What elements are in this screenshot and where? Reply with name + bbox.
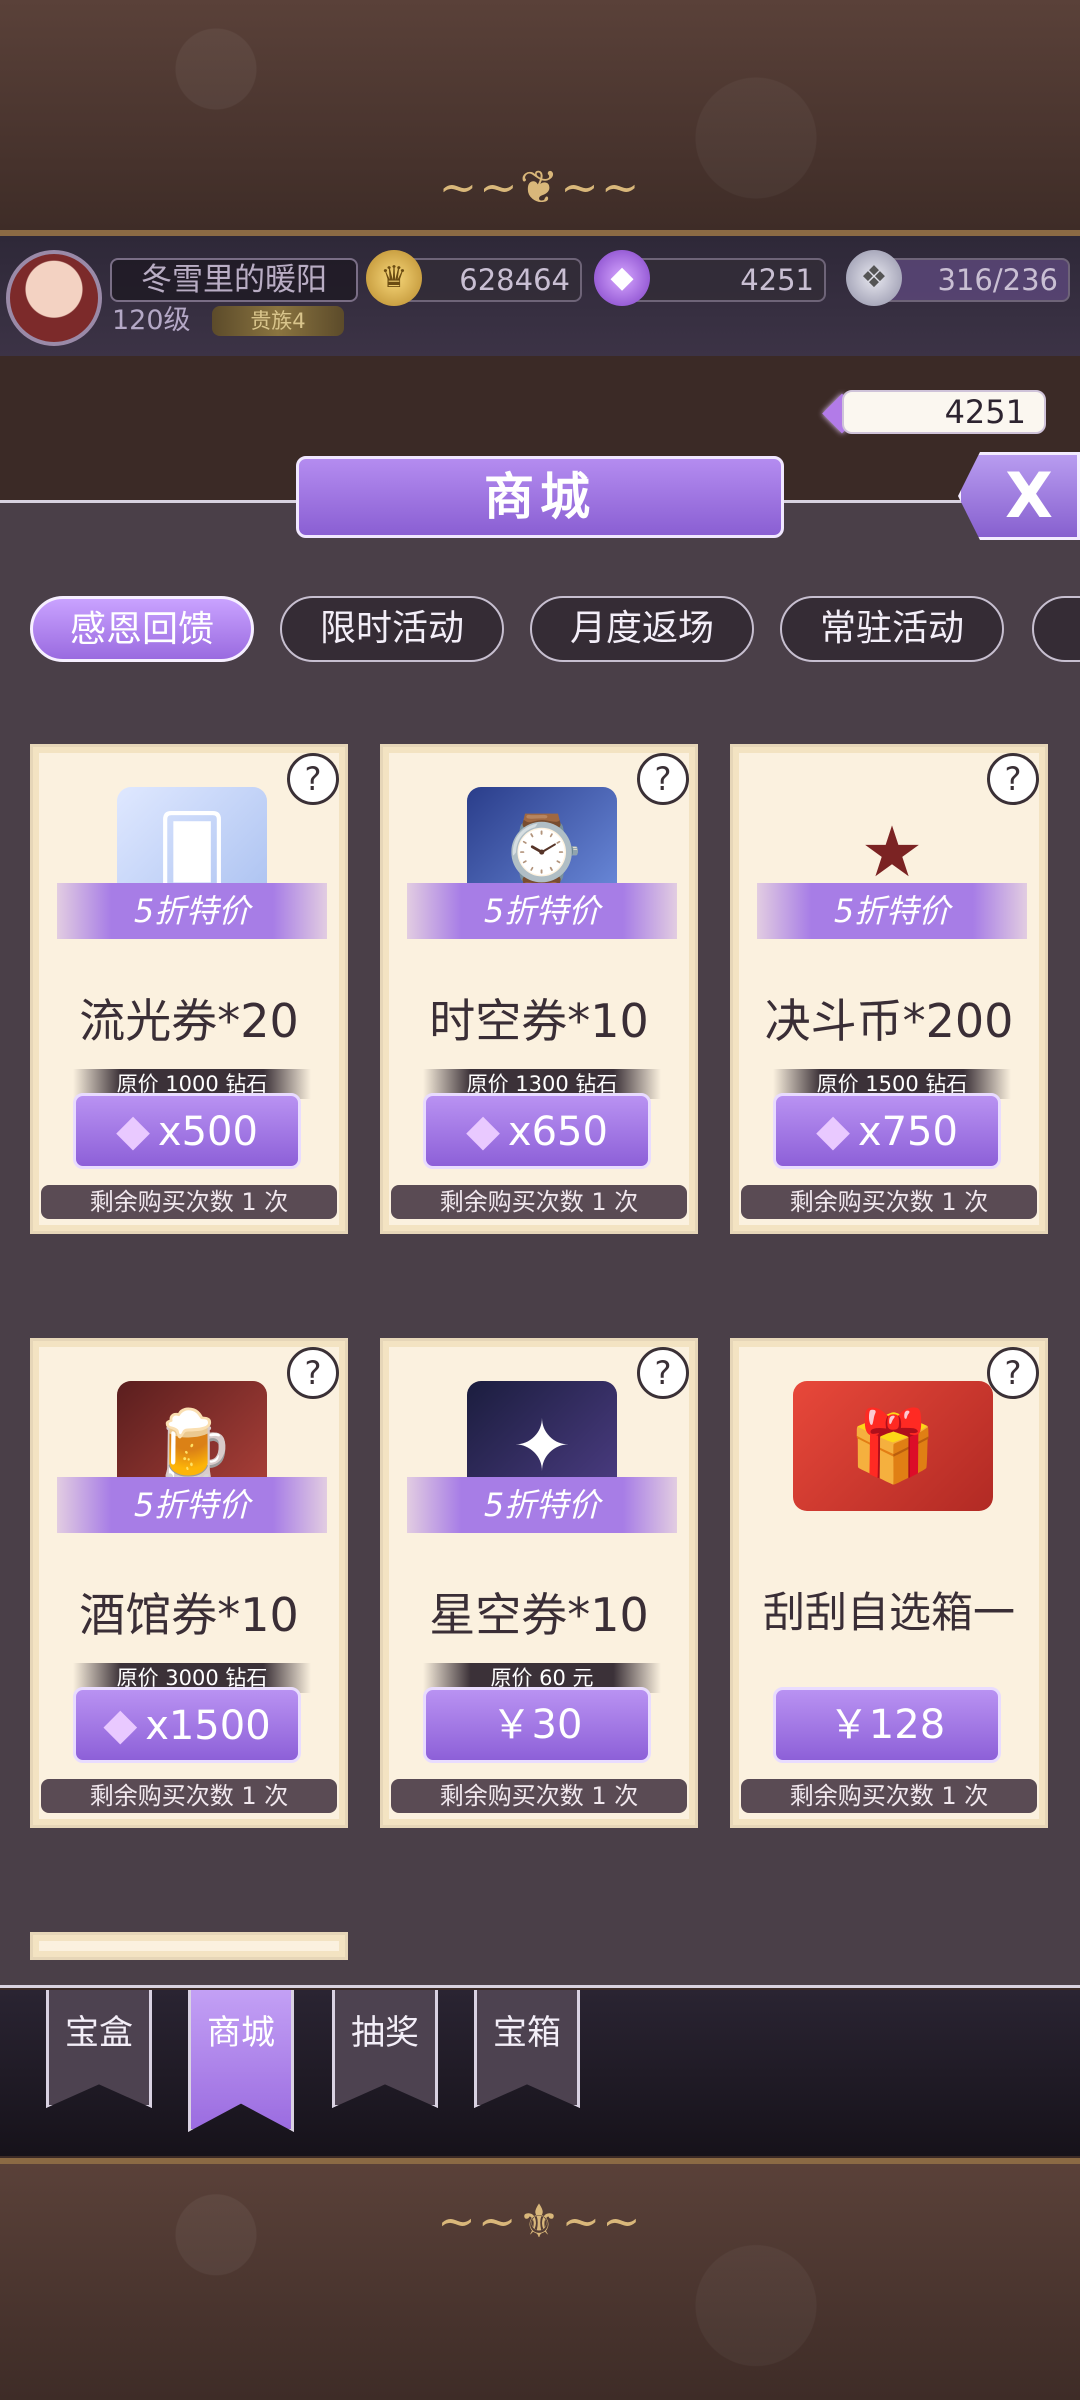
help-icon[interactable]: ? [987, 1347, 1039, 1399]
remaining-purchases: 剩余购买次数 1 次 [41, 1779, 337, 1813]
help-icon[interactable]: ? [637, 753, 689, 805]
tab-limited-event[interactable]: 限时活动 [280, 596, 504, 662]
shop-item-card[interactable]: ★ ? 5折特价 决斗币*200 原价 1500 钻石 ◆ x750 剩余购买次数… [730, 744, 1048, 1234]
bottom-decor-band: ~~⚜~~ [0, 2158, 1080, 2400]
top-decor-band: ~~❦~~ [0, 0, 1080, 236]
buy-button[interactable]: ◆ x750 [773, 1093, 1001, 1169]
gold-counter: 628464 [396, 258, 582, 302]
help-icon[interactable]: ? [287, 753, 339, 805]
tab-monthly-return[interactable]: 月度返场 [530, 596, 754, 662]
discount-banner: 5折特价 [57, 883, 327, 939]
gem-icon: ◆ [116, 1105, 150, 1156]
remaining-purchases: 剩余购买次数 1 次 [741, 1779, 1037, 1813]
item-name: 流光券*20 [79, 994, 299, 1048]
stamina-counter: 316/236 [876, 258, 1070, 302]
discount-banner: 5折特价 [57, 1477, 327, 1533]
buy-button[interactable]: ￥128 [773, 1687, 1001, 1763]
price-label: x1500 [145, 1703, 271, 1749]
gem-icon: ◆ [816, 1105, 850, 1156]
buy-button[interactable]: ￥30 [423, 1687, 651, 1763]
shop-item-card[interactable]: 🂠 ? 5折特价 流光券*20 原价 1000 钻石 ◆ x500 剩余购买次数 … [30, 744, 348, 1234]
item-name: 星空券*10 [429, 1588, 649, 1642]
price-label: x500 [157, 1109, 258, 1155]
discount-banner: 5折特价 [407, 1477, 677, 1533]
close-button[interactable]: X [958, 452, 1080, 540]
stamina-icon[interactable]: ❖ [846, 250, 902, 306]
gem-icon: ◆ [466, 1105, 500, 1156]
tab-permanent-event[interactable]: 常驻活动 [780, 596, 1004, 662]
buy-button[interactable]: ◆ x500 [73, 1093, 301, 1169]
help-icon[interactable]: ? [987, 753, 1039, 805]
discount-banner: 5折特价 [757, 883, 1027, 939]
player-avatar[interactable] [6, 250, 102, 346]
price-label: x750 [857, 1109, 958, 1155]
gift-box-icon: 🎁 [793, 1381, 993, 1511]
remaining-purchases: 剩余购买次数 1 次 [391, 1185, 687, 1219]
price-label: ￥30 [491, 1702, 583, 1748]
item-name: 刮刮自选箱一 [762, 1588, 1015, 1637]
price-label: x650 [507, 1109, 608, 1155]
help-icon[interactable]: ? [637, 1347, 689, 1399]
player-level: 120级 [112, 305, 191, 336]
shop-item-card[interactable]: ⌚ ? 5折特价 时空券*10 原价 1300 钻石 ◆ x650 剩余购买次数 … [380, 744, 698, 1234]
gem-add-icon[interactable]: ◆ [594, 250, 650, 306]
remaining-purchases: 剩余购买次数 1 次 [41, 1185, 337, 1219]
top-flourish-icon: ~~❦~~ [438, 160, 642, 214]
remaining-purchases: 剩余购买次数 1 次 [391, 1779, 687, 1813]
price-label: ￥128 [828, 1702, 946, 1748]
help-icon[interactable]: ? [287, 1347, 339, 1399]
discount-banner: 5折特价 [407, 883, 677, 939]
player-name: 冬雪里的暖阳 [110, 258, 358, 302]
shop-item-card-partial[interactable] [30, 1932, 348, 1960]
remaining-purchases: 剩余购买次数 1 次 [741, 1185, 1037, 1219]
diamond-balance: 4251 [842, 390, 1046, 434]
item-name: 时空券*10 [429, 994, 649, 1048]
buy-button[interactable]: ◆ x650 [423, 1093, 651, 1169]
item-name: 决斗币*200 [764, 994, 1014, 1048]
item-name: 酒馆券*10 [79, 1588, 299, 1642]
shop-item-card[interactable]: 🎁 ? 刮刮自选箱一 ￥128 剩余购买次数 1 次 [730, 1338, 1048, 1828]
shop-title: 商城 [296, 456, 784, 538]
bottom-flourish-icon: ~~⚜~~ [437, 2194, 643, 2248]
gem-icon: ◆ [103, 1699, 138, 1750]
vip-badge: 贵族4 [212, 306, 344, 336]
tab-thanksgiving[interactable]: 感恩回馈 [30, 596, 254, 662]
shop-item-card[interactable]: 🍺 ? 5折特价 酒馆券*10 原价 3000 钻石 ◆ x1500 剩余购买次数… [30, 1338, 348, 1828]
buy-button[interactable]: ◆ x1500 [73, 1687, 301, 1763]
shop-item-card[interactable]: ✦ ? 5折特价 星空券*10 原价 60 元 ￥30 剩余购买次数 1 次 [380, 1338, 698, 1828]
gem-counter: 4251 [624, 258, 826, 302]
gold-crown-icon[interactable]: ♛ [366, 250, 422, 306]
